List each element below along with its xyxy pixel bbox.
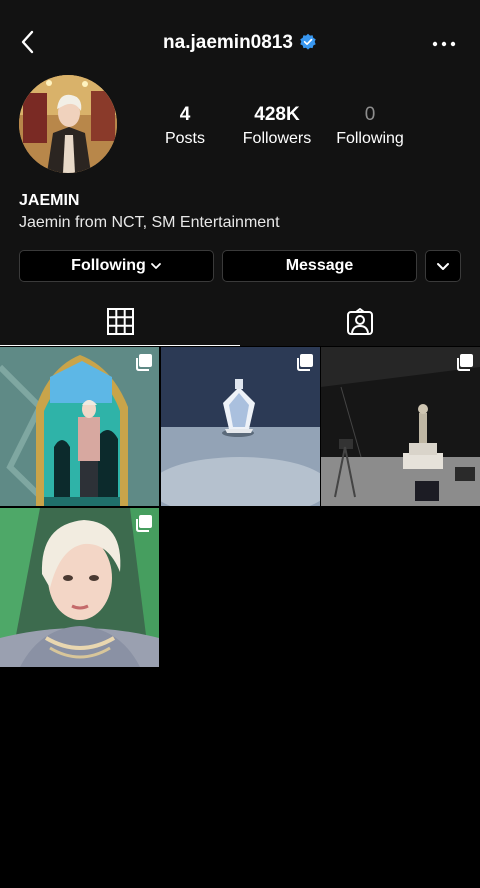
message-button[interactable]: Message <box>222 250 417 282</box>
avatar[interactable] <box>19 75 117 173</box>
following-count: 0 <box>364 104 376 125</box>
following-label: Following <box>336 130 404 147</box>
profile-header: 4 Posts 428K Followers 0 Following JAEMI… <box>0 75 480 298</box>
following-button[interactable]: Following <box>19 250 214 282</box>
posts-label: Posts <box>164 130 205 147</box>
followers-count: 428K <box>254 104 300 125</box>
chevron-down-icon <box>437 263 449 270</box>
profile-username-header: na.jaemin0813 <box>0 32 480 54</box>
multiple-photos-icon <box>457 354 473 371</box>
profile-name: JAEMIN <box>19 192 80 209</box>
profile-tabs <box>0 298 480 346</box>
stat-posts[interactable]: 4 Posts <box>150 104 220 148</box>
multiple-photos-icon <box>136 515 152 532</box>
username: na.jaemin0813 <box>163 32 293 53</box>
stat-followers[interactable]: 428K Followers <box>236 104 318 148</box>
posts-count: 4 <box>179 104 191 125</box>
message-button-label: Message <box>285 257 354 274</box>
profile-bio: Jaemin from NCT, SM Entertainment <box>19 214 280 231</box>
followers-label: Followers <box>242 130 312 147</box>
more-horizontal-icon[interactable] <box>432 40 456 48</box>
stat-following[interactable]: 0 Following <box>330 104 410 148</box>
multiple-photos-icon <box>136 354 152 371</box>
post-thumbnail[interactable] <box>321 347 480 506</box>
following-button-label: Following <box>71 257 146 274</box>
suggested-dropdown-button[interactable] <box>425 250 461 282</box>
verified-badge-icon <box>300 33 316 50</box>
tagged-person-icon <box>347 308 373 335</box>
post-thumbnail[interactable] <box>161 347 320 506</box>
tab-tagged[interactable] <box>240 298 480 346</box>
chevron-down-icon <box>150 263 161 269</box>
multiple-photos-icon <box>297 354 313 371</box>
grid-icon <box>106 308 134 335</box>
post-thumbnail[interactable] <box>0 508 159 667</box>
post-thumbnail[interactable] <box>0 347 159 506</box>
tab-posts-grid[interactable] <box>0 298 240 346</box>
